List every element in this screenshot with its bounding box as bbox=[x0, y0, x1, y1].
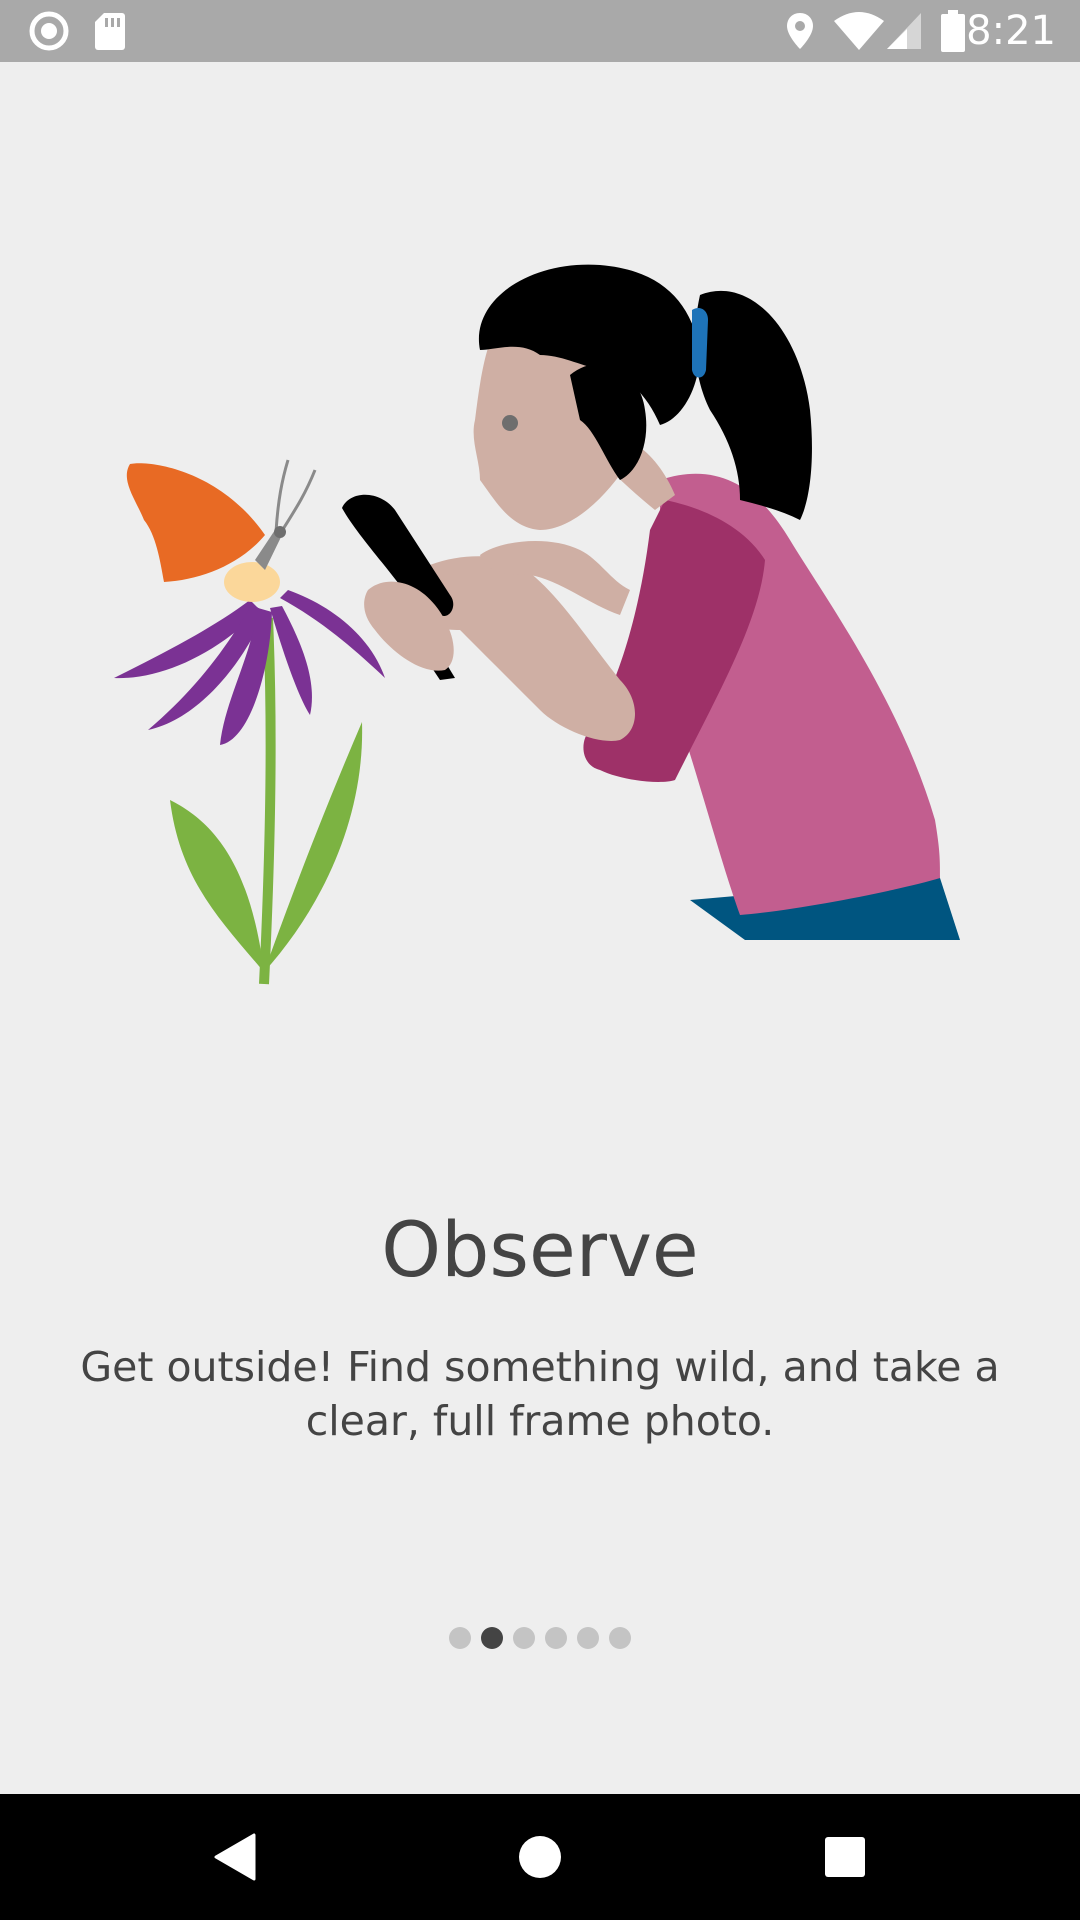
page-description: Get outside! Find something wild, and ta… bbox=[80, 1343, 1000, 1445]
page-dot[interactable] bbox=[577, 1627, 599, 1649]
observe-illustration bbox=[100, 260, 980, 1000]
back-button[interactable] bbox=[172, 1794, 298, 1920]
navigation-bar bbox=[0, 1794, 1080, 1920]
page-indicator bbox=[0, 1627, 1080, 1651]
page-dot[interactable] bbox=[513, 1627, 535, 1649]
back-icon bbox=[214, 1833, 256, 1881]
battery-icon bbox=[940, 8, 966, 54]
page-title: Observe bbox=[381, 1205, 699, 1294]
wifi-icon bbox=[832, 8, 886, 54]
page-dot[interactable] bbox=[609, 1627, 631, 1649]
onboarding-screen: 8:21 Observe Get outside! Find something… bbox=[0, 0, 1080, 1920]
recents-icon bbox=[825, 1837, 865, 1877]
recents-button[interactable] bbox=[782, 1794, 908, 1920]
home-icon bbox=[519, 1836, 561, 1878]
signal-icon bbox=[884, 8, 924, 54]
page-dot[interactable] bbox=[545, 1627, 567, 1649]
home-button[interactable] bbox=[477, 1794, 603, 1920]
butterfly-icon bbox=[126, 459, 317, 582]
sd-card-icon bbox=[92, 8, 128, 54]
status-bar: 8:21 bbox=[0, 0, 1080, 62]
status-time: 8:21 bbox=[966, 8, 1056, 54]
page-dot[interactable] bbox=[449, 1627, 471, 1649]
flower-icon bbox=[114, 562, 385, 985]
record-icon bbox=[26, 8, 72, 54]
page-dot-active[interactable] bbox=[481, 1627, 503, 1649]
location-icon bbox=[784, 8, 816, 54]
person-icon bbox=[342, 264, 960, 940]
